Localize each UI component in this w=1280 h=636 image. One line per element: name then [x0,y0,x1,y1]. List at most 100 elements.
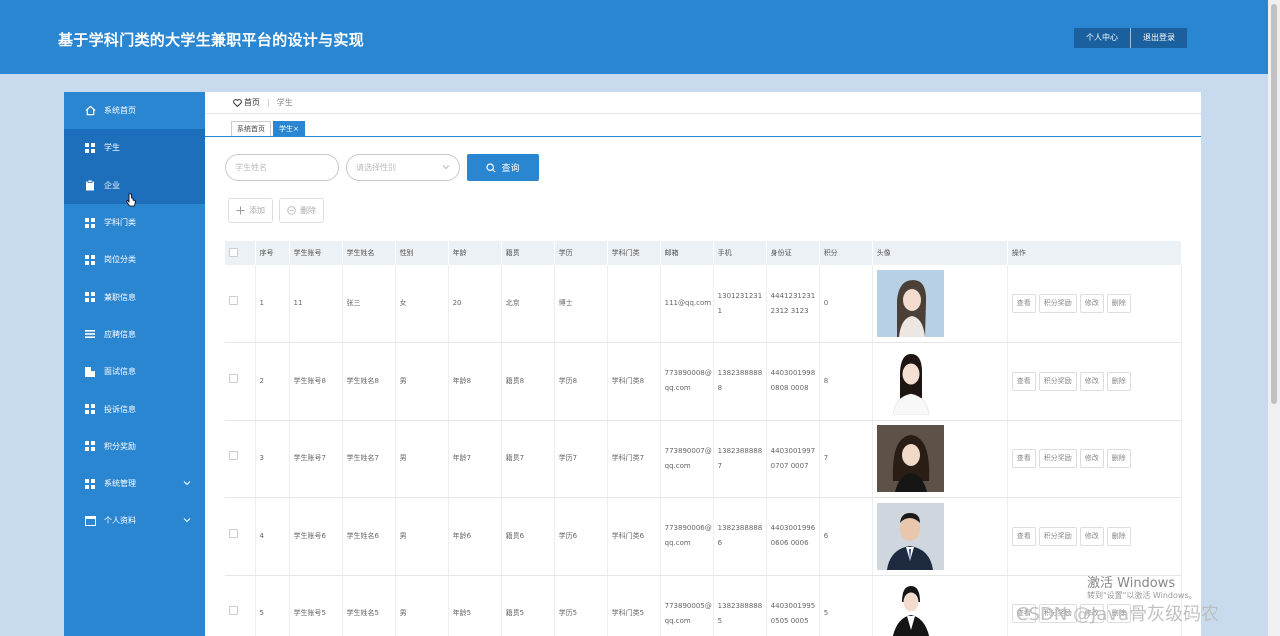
view-button[interactable]: 查看 [1011,294,1036,313]
cell-actions: 查看 积分奖励 修改 删除 [1007,342,1183,421]
sidebar-item-application[interactable]: 应聘信息 [64,316,205,353]
query-button[interactable]: 查询 [467,154,539,181]
column-header: 身份证 [766,241,820,265]
column-header: 学历 [554,241,608,265]
cell-email: 773890006@qq.com [660,497,714,576]
cell-name: 张三 [342,265,396,343]
add-button-label: 添加 [249,206,265,215]
sidebar-item-label: 面试信息 [104,367,136,377]
table-row: 1 11 张三 女 20 北京 博士 111@qq.com 1301231231… [225,265,1183,343]
row-checkbox[interactable] [229,606,238,616]
select-all-cell[interactable] [225,241,256,265]
delete-button[interactable]: 删除 [1106,294,1131,313]
sidebar-item-parttime[interactable]: 兼职信息 [64,278,205,315]
list-icon [84,328,96,340]
avatar[interactable] [876,270,944,337]
scrollbar-thumb[interactable] [1271,4,1277,404]
cell-phone: 13823888885 [713,575,767,636]
cell-phone: 13823888888 [713,342,767,421]
edit-button[interactable]: 修改 [1079,526,1104,546]
select-all-checkbox[interactable] [229,247,238,257]
avatar[interactable] [876,347,944,415]
cell-idcard: 44030019950505 0005 [766,575,820,636]
cell-email: 773890007@qq.com [660,420,714,498]
sidebar-item-label: 应聘信息 [104,329,136,339]
cell-age: 年龄6 [448,497,502,576]
view-button[interactable]: 查看 [1011,371,1036,391]
row-checkbox[interactable] [229,296,238,305]
points-reward-button[interactable]: 积分奖励 [1038,449,1077,469]
sidebar-item-students[interactable]: 学生 [64,129,205,167]
row-checkbox[interactable] [229,373,238,383]
cell-phone: 13823888887 [713,420,767,498]
sidebar-item-interview[interactable]: 面试信息 [64,353,205,390]
sidebar-item-profile[interactable]: 个人资料 [64,502,205,539]
row-checkbox[interactable] [229,528,238,538]
cell-no: 3 [255,420,290,498]
top-actions: 个人中心 退出登录 [1074,28,1187,48]
delete-button[interactable]: 删除 [1106,371,1131,391]
breadcrumb-home-label: 首页 [244,98,260,107]
tab-home[interactable]: 系统首页 [231,121,271,136]
cell-account: 学生账号5 [289,575,343,636]
cell-idcard: 44030019970707 0007 [766,420,820,498]
column-header: 操作 [1007,241,1183,265]
column-header: 头像 [872,241,1008,265]
cell-idcard: 44030019980808 0008 [766,342,820,421]
home-icon [84,105,96,117]
edit-button[interactable]: 修改 [1079,294,1104,313]
cell-no: 2 [255,342,290,421]
sidebar-item-subject[interactable]: 学科门类 [64,204,205,241]
delete-button[interactable]: 删除 [1106,526,1131,546]
sidebar-item-complaint[interactable]: 投诉信息 [64,390,205,427]
view-button[interactable]: 查看 [1011,449,1036,469]
grid-icon [84,478,96,490]
add-button[interactable]: 添加 [228,198,273,223]
query-button-label: 查询 [501,164,520,174]
avatar[interactable] [876,502,944,570]
cell-avatar [872,265,1008,343]
points-reward-button[interactable]: 积分奖励 [1038,294,1077,313]
view-button[interactable]: 查看 [1011,526,1036,546]
edit-button[interactable]: 修改 [1079,371,1104,391]
avatar[interactable] [876,580,944,636]
batch-delete-button[interactable]: 删除 [279,198,324,223]
student-name-input[interactable] [225,154,339,181]
mouse-cursor-icon [125,193,136,209]
points-reward-button[interactable]: 积分奖励 [1038,371,1077,391]
page-scrollbar[interactable] [1268,0,1280,636]
cell-education: 学历6 [554,497,608,576]
sidebar-item-points-reward[interactable]: 积分奖励 [64,428,205,465]
cell-email: 111@qq.com [660,265,714,343]
personal-center-button[interactable]: 个人中心 [1074,28,1131,48]
clipboard-icon [84,179,96,191]
avatar[interactable] [876,425,944,493]
sidebar-item-label: 学科门类 [104,218,136,228]
tab-students[interactable]: 学生× [273,121,305,136]
cell-points: 5 [819,575,873,636]
breadcrumb-home[interactable]: 首页 [233,97,260,108]
cell-gender: 男 [395,497,449,576]
breadcrumb-current: 学生 [276,98,293,107]
delete-button[interactable]: 删除 [1106,449,1131,469]
cell-education: 学历5 [554,575,608,636]
note-icon [84,366,96,378]
cell-email: 773890005@qq.com [660,575,714,636]
edit-button[interactable]: 修改 [1079,449,1104,469]
gender-select[interactable]: 请选择性别 [346,154,460,181]
sidebar-item-home[interactable]: 系统首页 [64,92,205,129]
points-reward-button[interactable]: 积分奖励 [1038,526,1077,546]
grid-icon [84,440,96,452]
row-select-cell [225,575,256,636]
cell-gender: 男 [395,342,449,421]
sidebar-item-job-category[interactable]: 岗位分类 [64,241,205,278]
sidebar-item-system[interactable]: 系统管理 [64,465,205,502]
cell-gender: 男 [395,575,449,636]
logout-button[interactable]: 退出登录 [1131,28,1187,48]
cell-email: 773890008@qq.com [660,342,714,421]
heart-icon [233,98,242,107]
row-checkbox[interactable] [229,451,238,461]
column-header: 邮箱 [660,241,714,265]
sidebar-item-label: 投诉信息 [104,404,136,414]
cell-avatar [872,497,1008,576]
